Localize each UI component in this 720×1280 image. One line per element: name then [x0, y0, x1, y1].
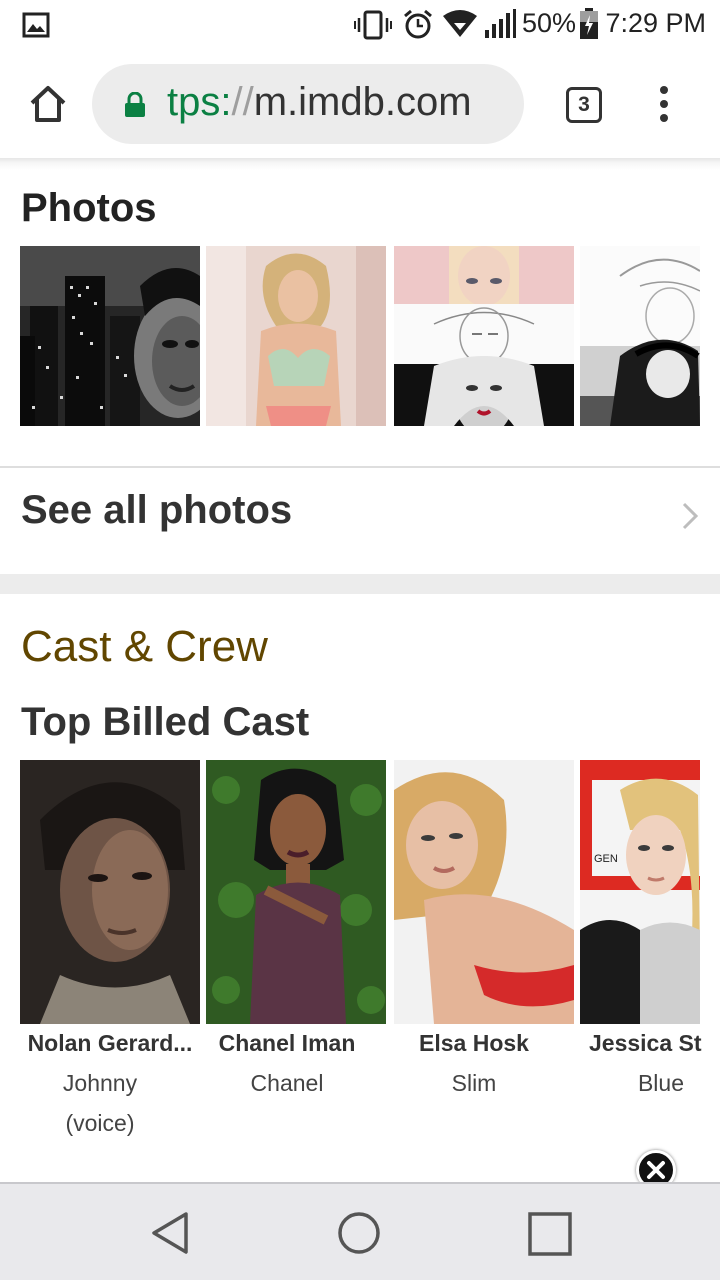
photo-thumbnail[interactable]: [394, 246, 574, 426]
chevron-right-icon: [682, 502, 699, 530]
overflow-menu-icon[interactable]: [656, 84, 672, 124]
cast-image: [20, 760, 200, 1024]
cast-photo[interactable]: [206, 760, 386, 1024]
see-all-photos-label: See all photos: [21, 488, 293, 532]
home-icon[interactable]: [28, 84, 68, 124]
cast-image: GEN: [580, 760, 700, 1024]
photo-image: [580, 246, 700, 426]
cast-role: Slim: [451, 1070, 497, 1096]
cast-photo[interactable]: GEN: [580, 760, 700, 1024]
section-separator: [0, 574, 720, 594]
svg-text:GEN: GEN: [594, 853, 618, 865]
photos-heading: Photos: [21, 186, 157, 230]
toolbar-shadow: [0, 158, 720, 170]
wifi-icon: [443, 10, 477, 37]
gallery-icon: [22, 12, 50, 38]
cast-role-note: (voice): [65, 1110, 135, 1136]
url-scheme: tps:: [167, 80, 232, 124]
cast-role: Johnny: [62, 1070, 138, 1096]
url-host: m.imdb.com: [253, 80, 472, 124]
photo-thumbnail[interactable]: [206, 246, 386, 426]
url-bar[interactable]: tps://m.imdb.com: [92, 64, 524, 144]
tab-switcher-button[interactable]: 3: [566, 87, 602, 123]
photo-image: [20, 246, 200, 426]
status-bar: 50% 7:29 PM: [0, 0, 720, 50]
cast-role: Chanel: [250, 1070, 324, 1096]
battery-percent: 50%: [522, 8, 577, 38]
cast-crew-title[interactable]: Cast & Crew: [21, 622, 268, 672]
alarm-icon: [404, 9, 432, 39]
back-icon[interactable]: [148, 1210, 192, 1256]
home-nav-icon[interactable]: [336, 1210, 382, 1256]
recents-icon[interactable]: [528, 1212, 572, 1256]
cast-name[interactable]: Jessica St: [589, 1030, 714, 1057]
system-nav-bar: [0, 1182, 720, 1280]
cast-name[interactable]: Nolan Gerard...: [20, 1030, 200, 1057]
photo-image: [206, 246, 386, 426]
url-text: tps://m.imdb.com: [167, 80, 472, 125]
battery-charging-icon: [580, 8, 598, 39]
signal-icon: [485, 9, 516, 38]
photo-thumbnail[interactable]: [20, 246, 200, 426]
cast-image: [394, 760, 574, 1024]
cast-photo[interactable]: [394, 760, 574, 1024]
cast-name[interactable]: Chanel Iman: [206, 1030, 368, 1057]
lock-icon: [125, 92, 145, 117]
photo-image: [394, 246, 574, 426]
vibrate-icon: [354, 10, 392, 40]
url-separator: //: [231, 80, 254, 124]
cast-role: Blue: [637, 1070, 685, 1096]
cast-photo[interactable]: [20, 760, 200, 1024]
cast-name[interactable]: Elsa Hosk: [394, 1030, 554, 1057]
top-billed-cast-heading: Top Billed Cast: [21, 700, 310, 744]
clock: 7:29 PM: [605, 8, 706, 38]
browser-toolbar: tps://m.imdb.com 3: [0, 50, 720, 160]
see-all-photos-link[interactable]: See all photos: [0, 468, 720, 564]
cast-image: [206, 760, 386, 1024]
photo-thumbnail[interactable]: [580, 246, 700, 426]
